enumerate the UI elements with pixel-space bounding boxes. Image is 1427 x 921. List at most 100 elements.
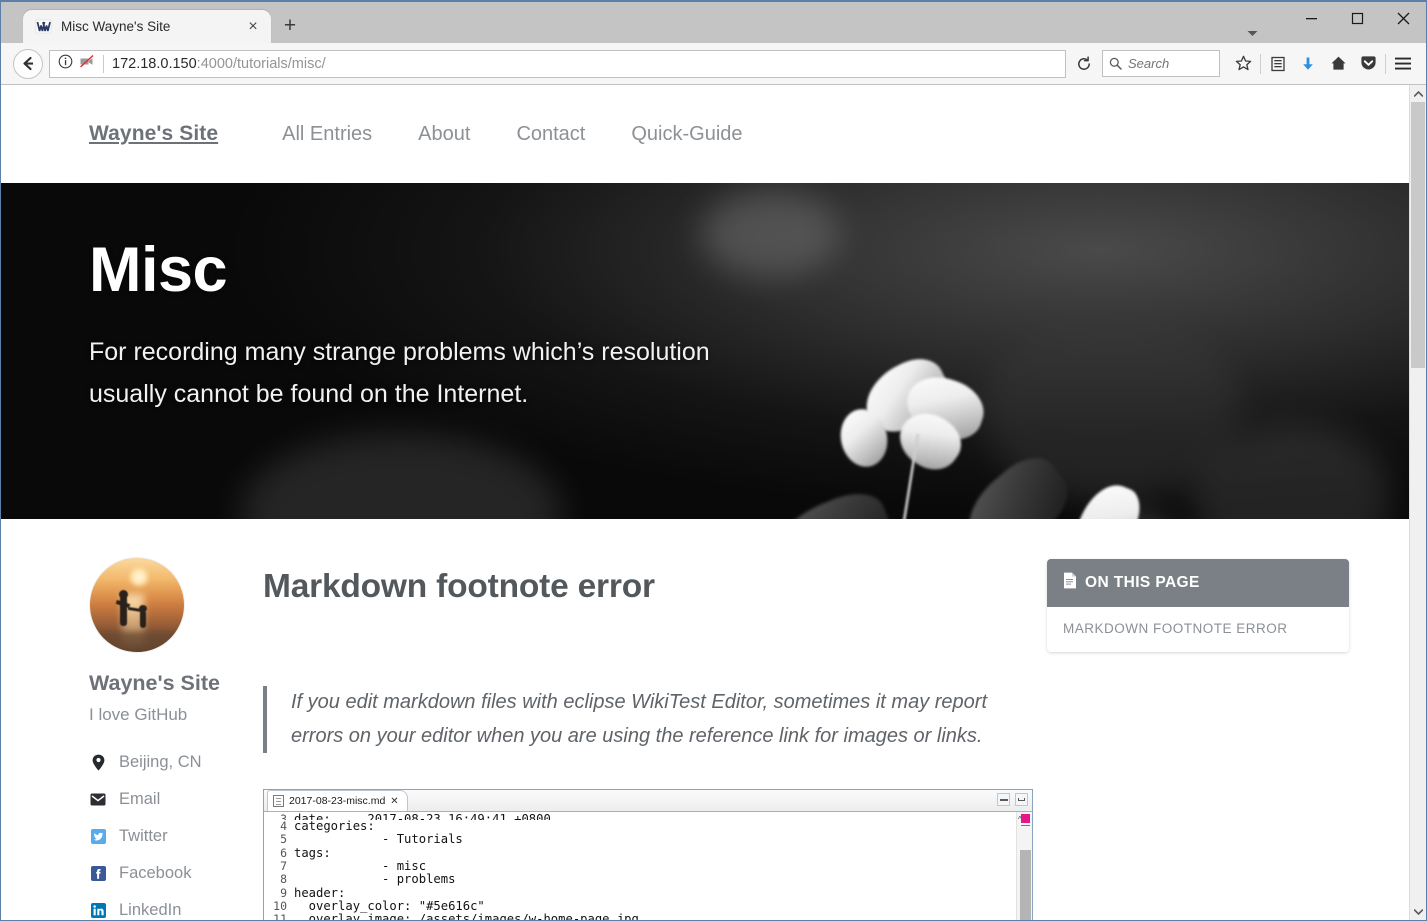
- eclipse-minimize-button[interactable]: [997, 793, 1010, 807]
- window-controls: [1288, 2, 1426, 35]
- minimize-button[interactable]: [1288, 2, 1334, 35]
- author-bio: I love GitHub: [89, 705, 188, 724]
- search-box[interactable]: [1102, 50, 1220, 77]
- scroll-up-icon[interactable]: [1410, 85, 1426, 102]
- tab-strip: Misc Wayne's Site × +: [1, 2, 1426, 43]
- eclipse-scroll-thumb[interactable]: [1020, 850, 1031, 920]
- line-number: 9: [280, 885, 287, 900]
- author-name: Wayne's Site: [89, 671, 220, 695]
- pocket-icon[interactable]: [1353, 49, 1383, 79]
- toc-header: ON THIS PAGE: [1047, 559, 1349, 607]
- scrollbar-track[interactable]: [1410, 102, 1426, 903]
- toolbar-divider-2: [1385, 53, 1386, 74]
- line-source: - problems: [294, 872, 456, 887]
- identity-icons: [56, 54, 99, 74]
- toolbar-divider: [1260, 53, 1261, 74]
- library-icon[interactable]: [1263, 49, 1293, 79]
- page-info-icon[interactable]: [58, 54, 73, 74]
- eclipse-maximize-button[interactable]: [1015, 793, 1028, 807]
- browser-window: Misc Wayne's Site × + 172.18.0.150:4000/…: [0, 0, 1427, 921]
- article-header: Markdown footnote error ON THIS PAGE MAR…: [263, 557, 1349, 652]
- line-number: 3: [280, 813, 287, 821]
- code-line: 7 - misc: [264, 859, 1016, 874]
- author-link-label: Facebook: [119, 864, 192, 882]
- hero-subtitle: For recording many strange problems whic…: [89, 338, 710, 409]
- bookmark-star-icon[interactable]: [1228, 49, 1258, 79]
- toc-body: MARKDOWN FOOTNOTE ERROR: [1047, 607, 1349, 652]
- nav-item-about[interactable]: About: [418, 123, 470, 146]
- author-link-label: Beijing, CN: [119, 753, 202, 771]
- url-bar[interactable]: 172.18.0.150:4000/tutorials/misc/: [49, 49, 1066, 78]
- home-icon[interactable]: [1323, 49, 1353, 79]
- line-number: 4: [280, 819, 287, 834]
- back-button[interactable]: [13, 48, 43, 79]
- browser-tab[interactable]: Misc Wayne's Site ×: [23, 10, 271, 43]
- hero-banner: Misc For recording many strange problems…: [1, 183, 1409, 519]
- menu-icon[interactable]: [1388, 49, 1418, 79]
- code-line: 6 tags:: [264, 845, 1016, 860]
- article-blockquote: If you edit markdown files with eclipse …: [263, 686, 993, 754]
- site-navigation: All Entries About Contact Quick-Guide: [282, 123, 742, 146]
- code-line: 10 overlay_color: "#5e616c": [264, 898, 1016, 913]
- web-page: Wayne's Site All Entries About Contact Q…: [1, 85, 1409, 920]
- eclipse-editor-body: 3 date: 2017-08-23 16:49:41 +0800 4 cate…: [264, 812, 1032, 920]
- line-source: - Tutorials: [294, 832, 463, 847]
- author-link-facebook[interactable]: Facebook: [89, 855, 263, 892]
- eclipse-window-buttons: [997, 793, 1028, 807]
- site-brand-link[interactable]: Wayne's Site: [89, 122, 218, 146]
- line-number: 8: [280, 872, 287, 887]
- close-icon[interactable]: ✕: [390, 796, 398, 807]
- twitter-icon: [89, 829, 107, 844]
- eclipse-error-marker: [1021, 814, 1030, 824]
- code-line: 11 overlay_image: /assets/images/w-home-…: [264, 913, 1016, 920]
- page-title: Misc: [89, 235, 228, 305]
- line-number: 11: [264, 913, 294, 920]
- page-viewport: Wayne's Site All Entries About Contact Q…: [1, 85, 1426, 920]
- new-tab-button[interactable]: +: [275, 11, 305, 41]
- code-line: 8 - problems: [264, 872, 1016, 887]
- nav-item-contact[interactable]: Contact: [516, 123, 585, 146]
- author-link-linkedin[interactable]: LinkedIn: [89, 892, 263, 920]
- line-number: 7: [280, 859, 287, 874]
- site-masthead: Wayne's Site All Entries About Contact Q…: [1, 85, 1409, 183]
- close-button[interactable]: [1380, 2, 1426, 35]
- linkedin-icon: [89, 903, 107, 918]
- reload-icon[interactable]: [1070, 50, 1098, 78]
- hero-content: Misc For recording many strange problems…: [89, 237, 789, 415]
- close-icon[interactable]: ×: [243, 17, 263, 37]
- code-line: 9 header:: [264, 885, 1016, 900]
- eclipse-code[interactable]: 3 date: 2017-08-23 16:49:41 +0800 4 cate…: [264, 812, 1016, 920]
- downloads-icon[interactable]: [1293, 49, 1323, 79]
- camera-blocked-icon[interactable]: [79, 54, 95, 74]
- document-icon: [1063, 572, 1077, 594]
- toc-item[interactable]: MARKDOWN FOOTNOTE ERROR: [1063, 621, 1333, 636]
- author-link-label: Twitter: [119, 827, 168, 845]
- code-screenshot: 2017-08-23-misc.md ✕ 3 date: 2017-08-23 …: [263, 789, 1033, 920]
- page-scrollbar[interactable]: [1409, 85, 1426, 920]
- author-link-email[interactable]: Email: [89, 781, 263, 818]
- line-source: header:: [294, 885, 346, 900]
- nav-item-quick-guide[interactable]: Quick-Guide: [631, 123, 742, 146]
- scrollbar-thumb[interactable]: [1411, 102, 1425, 368]
- line-source: overlay_image: /assets/images/w-home-pag…: [294, 913, 639, 920]
- url-text: 172.18.0.150:4000/tutorials/misc/: [112, 55, 326, 72]
- eclipse-scrollbar[interactable]: ^: [1016, 812, 1032, 920]
- chevron-down-icon[interactable]: [1247, 29, 1258, 39]
- scroll-down-icon[interactable]: [1410, 903, 1426, 920]
- eclipse-editor-tab[interactable]: 2017-08-23-misc.md ✕: [267, 790, 408, 812]
- nav-item-all-entries[interactable]: All Entries: [282, 123, 372, 146]
- line-number: 10: [273, 898, 287, 913]
- line-source: tags:: [294, 845, 331, 860]
- line-source: categories:: [294, 819, 375, 834]
- avatar: [89, 557, 185, 653]
- envelope-icon: [89, 793, 107, 806]
- search-input[interactable]: [1128, 56, 1213, 71]
- author-link-label: Email: [119, 790, 161, 808]
- maximize-button[interactable]: [1334, 2, 1380, 35]
- url-divider: [103, 54, 104, 73]
- author-link-twitter[interactable]: Twitter: [89, 818, 263, 855]
- author-link-location[interactable]: Beijing, CN: [89, 744, 263, 781]
- line-source: - misc: [294, 859, 427, 874]
- author-link-label: LinkedIn: [119, 901, 182, 919]
- file-icon: [273, 795, 284, 808]
